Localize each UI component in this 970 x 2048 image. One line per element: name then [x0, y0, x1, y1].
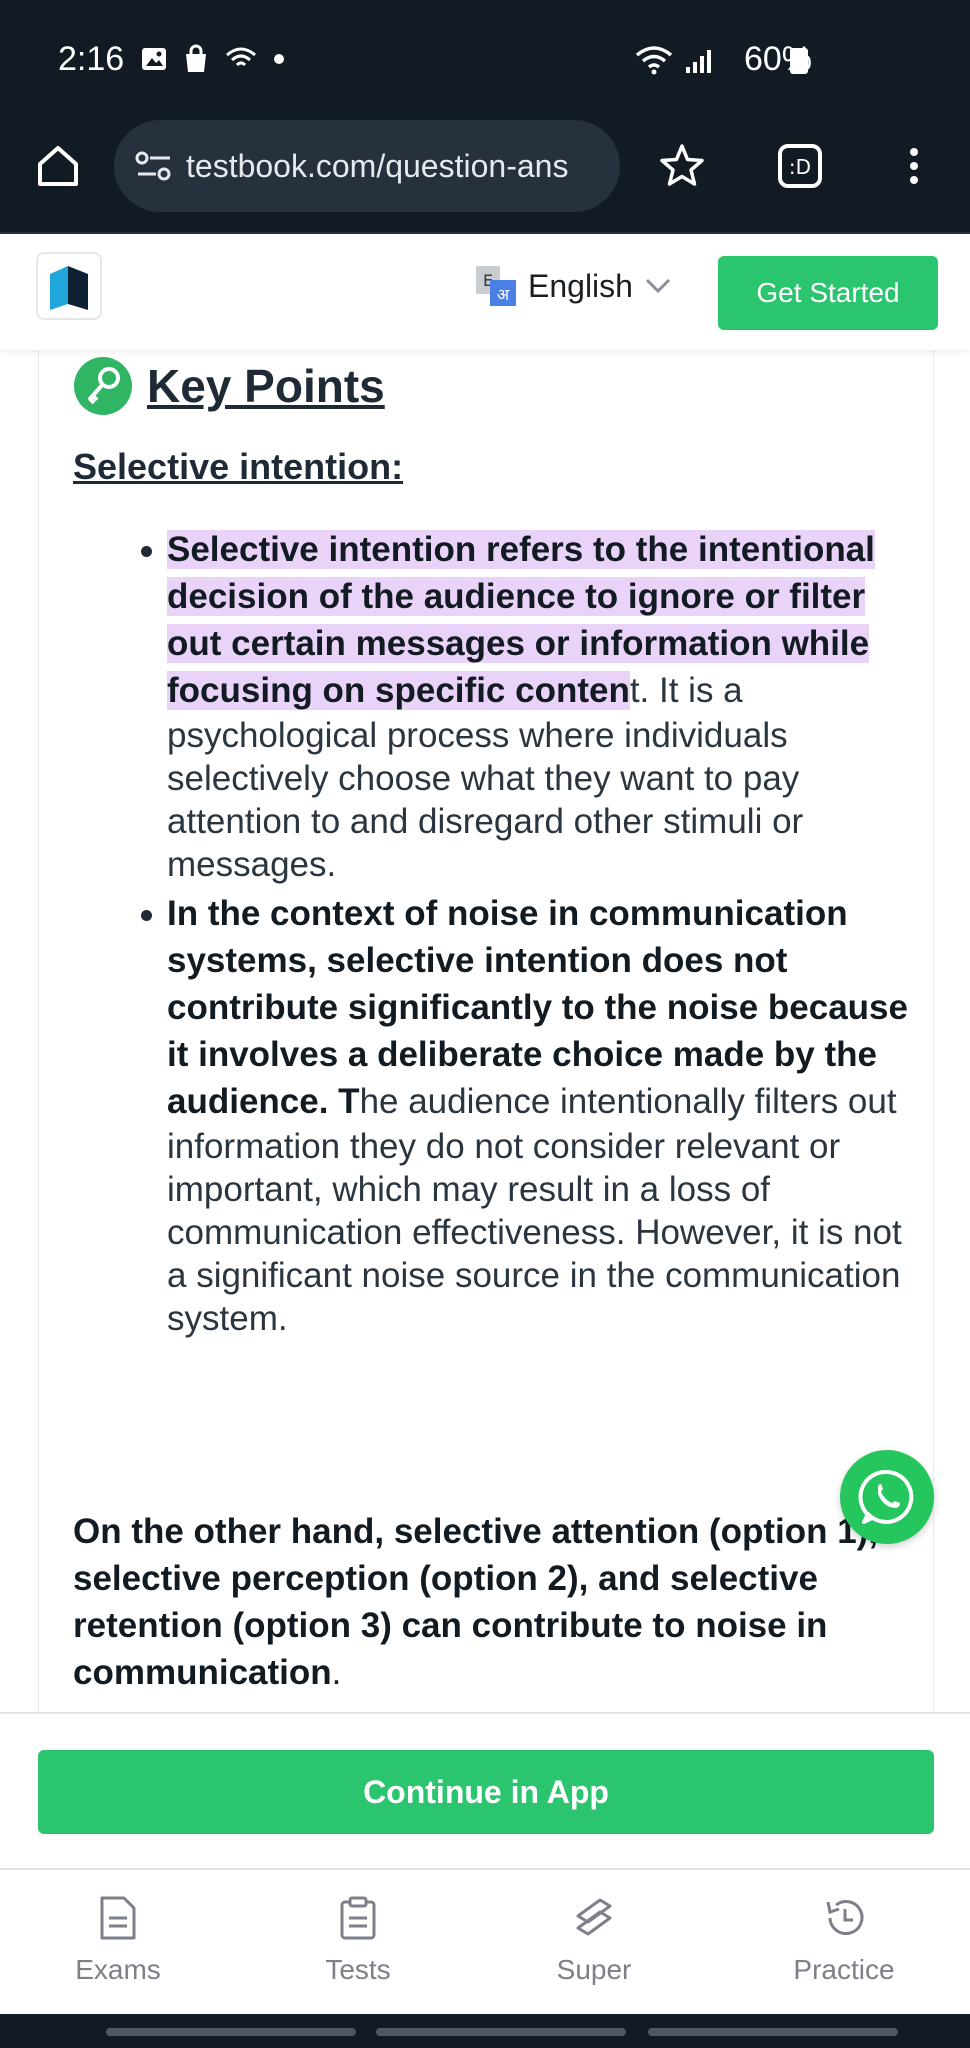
chevron-down-icon [645, 278, 671, 294]
site-header: Eअ English Get Started [0, 234, 970, 350]
translate-icon: Eअ [476, 266, 516, 306]
nav-label: Tests [325, 1954, 391, 1985]
gesture-handle [106, 2028, 356, 2036]
key-points-heading: Key Points [73, 356, 385, 416]
gallery-icon [142, 48, 166, 70]
nav-label: Super [556, 1954, 632, 1985]
key-icon [74, 357, 132, 415]
key-points-list: Selective intention refers to the intent… [141, 526, 927, 1344]
other-options-paragraph: On the other hand, selective attention (… [73, 1508, 929, 1696]
more-menu-icon[interactable] [888, 140, 940, 192]
whatsapp-button[interactable] [840, 1450, 934, 1544]
nav-label: Practice [793, 1954, 895, 1985]
solution-content: Key Points Selective intention: Selectiv… [38, 350, 934, 1712]
dot-icon [274, 54, 284, 64]
nav-super[interactable]: Super [514, 1894, 674, 1986]
gesture-handle [648, 2028, 898, 2036]
signal-icon [686, 50, 711, 73]
whatsapp-icon [858, 1469, 914, 1524]
testbook-logo-icon [50, 266, 88, 310]
continue-bar: Continue in App [0, 1712, 970, 1868]
home-icon[interactable] [32, 140, 84, 192]
bookmark-star-icon[interactable] [656, 140, 708, 192]
get-started-button[interactable]: Get Started [718, 256, 938, 330]
url-text: testbook.com/question-ans [186, 147, 569, 184]
nav-exams[interactable]: Exams [38, 1894, 198, 1986]
nav-tests[interactable]: Tests [278, 1894, 438, 1986]
wifi-calling-icon [226, 47, 256, 67]
key-points-title: Key Points [147, 360, 385, 412]
super-logo-icon [576, 1898, 612, 1936]
continue-in-app-button[interactable]: Continue in App [38, 1750, 934, 1834]
list-item: Selective intention refers to the intent… [141, 526, 927, 886]
history-icon [826, 1900, 864, 1935]
wifi-icon [635, 46, 673, 75]
browser-toolbar: testbook.com/question-ans :D [0, 118, 970, 234]
list-item: In the context of noise in communication… [141, 890, 927, 1340]
clipboard-icon [340, 1896, 376, 1940]
nav-practice[interactable]: Practice [764, 1894, 924, 1986]
section-heading: Selective intention: [73, 446, 404, 487]
bottom-navigation: Exams Tests Super Practice [0, 1868, 970, 2014]
document-icon [100, 1896, 136, 1940]
gesture-handle [376, 2028, 626, 2036]
language-label: English [528, 267, 633, 304]
language-selector[interactable]: Eअ English [474, 264, 673, 308]
other-options-text: On the other hand, selective attention (… [73, 1512, 879, 1692]
nav-label: Exams [75, 1954, 161, 1985]
site-settings-icon[interactable] [134, 150, 174, 182]
status-time: 2:16 [58, 40, 125, 78]
highlighted-text: Selective intention refers to the intent… [167, 530, 875, 710]
address-bar[interactable]: testbook.com/question-ans [114, 120, 620, 212]
gesture-bar [0, 2014, 970, 2048]
other-options-end: . [331, 1653, 342, 1692]
tabs-icon[interactable]: :D [774, 140, 826, 192]
status-bar: 2:16 60% [0, 0, 970, 118]
battery-icon [790, 48, 808, 74]
svg-text::D: :D [789, 155, 811, 179]
shopping-bag-icon [186, 44, 206, 72]
testbook-logo[interactable] [36, 252, 102, 320]
svg-text:अ: अ [497, 285, 510, 304]
